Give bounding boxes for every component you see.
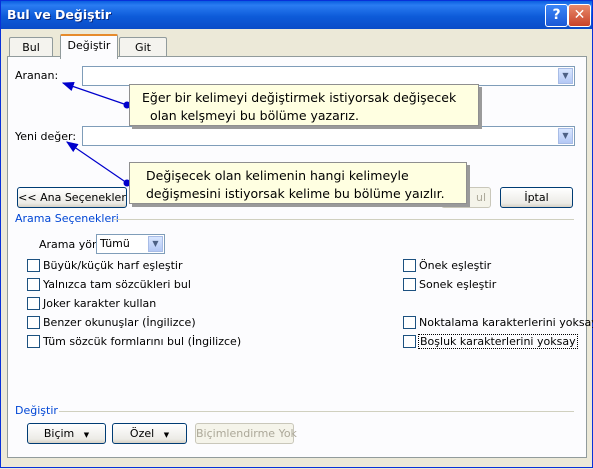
replace-callout: Değişecek olan kelimenin hangi kelimeyle… — [129, 162, 467, 204]
callout-arrows — [61, 81, 131, 187]
find-arrow — [61, 81, 128, 106]
tab-replace[interactable]: Değiştir — [60, 34, 118, 59]
replace-callout-line-1: Değişecek olan kelimenin hangi kelimeyle — [146, 168, 409, 183]
find-callout-line-1: Eğer bir kelimeyi değiştirmek istiyorsak… — [142, 90, 457, 105]
find-callout: Eğer bir kelimeyi değiştirmek istiyorsak… — [129, 84, 479, 126]
replace-callout-line-2: değişmesini istiyorsak kelime bu bölüme … — [146, 186, 445, 201]
find-callout-line-2: olan kelşmeyi bu bölüme yazarız. — [150, 108, 359, 123]
replace-arrow — [66, 141, 128, 184]
find-replace-dialog: Bul ve Değiştir ? ✕ Bul Değiştir Git Ara… — [0, 0, 593, 468]
